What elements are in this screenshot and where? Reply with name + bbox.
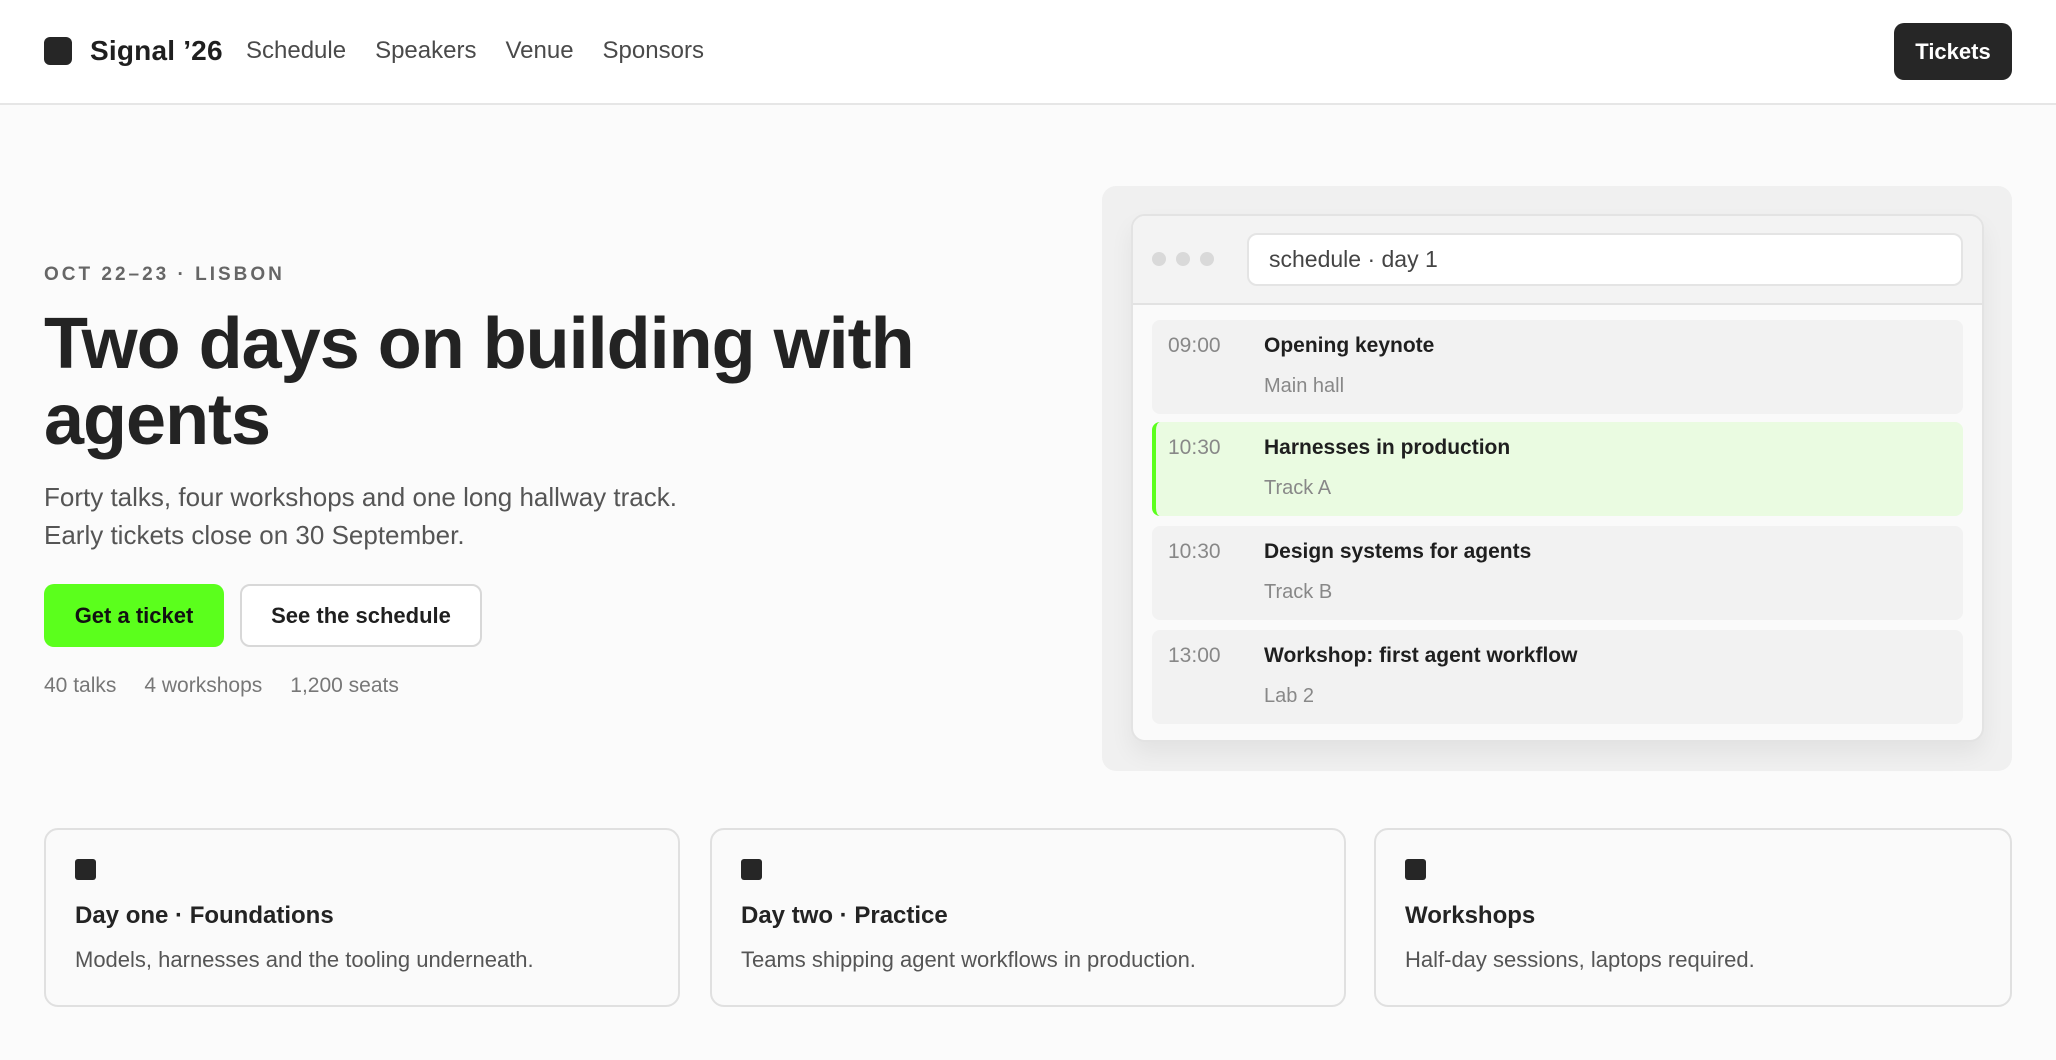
event-date-location: OCT 22–23 · LISBON [44, 264, 285, 285]
session-time: 10:30 [1168, 540, 1221, 563]
session-time: 10:30 [1168, 436, 1221, 459]
square-icon [1405, 859, 1426, 880]
square-icon [75, 859, 96, 880]
session-time: 09:00 [1168, 334, 1221, 357]
nav-link-sponsors[interactable]: Sponsors [603, 37, 704, 65]
brand-logo[interactable]: Signal ’26 [44, 34, 223, 68]
card-description: Teams shipping agent workflows in produc… [741, 947, 1196, 972]
see-schedule-button[interactable]: See the schedule [240, 584, 482, 647]
card-title: Day two · Practice [741, 902, 948, 929]
card-description: Models, harnesses and the tooling undern… [75, 947, 534, 972]
session-title: Workshop: first agent workflow [1264, 644, 1578, 667]
session-item-highlighted[interactable]: 10:30 Harnesses in production Track A [1152, 422, 1963, 516]
session-title: Opening keynote [1264, 334, 1435, 357]
stat-workshops: 4 workshops [144, 674, 263, 697]
schedule-window: schedule · day 1 09:00 Opening keynote M… [1131, 214, 1984, 742]
feature-card-workshops[interactable]: Workshops Half-day sessions, laptops req… [1374, 828, 2012, 1007]
session-item[interactable]: 10:30 Design systems for agents Track B [1152, 526, 1963, 620]
session-room: Main hall [1264, 375, 1345, 397]
card-description: Half-day sessions, laptops required. [1405, 947, 1755, 972]
session-time: 13:00 [1168, 644, 1221, 667]
window-dot-icon [1176, 252, 1190, 266]
nav-links: Schedule Speakers Venue Sponsors [246, 32, 704, 70]
session-room: Track A [1264, 477, 1332, 499]
session-item[interactable]: 13:00 Workshop: first agent workflow Lab… [1152, 630, 1963, 724]
tickets-button[interactable]: Tickets [1894, 23, 2012, 80]
card-title: Workshops [1405, 902, 1536, 929]
card-title: Day one · Foundations [75, 902, 334, 929]
feature-card-day-two[interactable]: Day two · Practice Teams shipping agent … [710, 828, 1346, 1007]
window-dot-icon [1152, 252, 1166, 266]
session-room: Lab 2 [1264, 685, 1315, 707]
session-room: Track B [1264, 581, 1333, 603]
top-nav: Signal ’26 Schedule Speakers Venue Spons… [0, 0, 2056, 105]
square-icon [741, 859, 762, 880]
session-title: Harnesses in production [1264, 436, 1511, 459]
window-titlebar: schedule · day 1 [1133, 216, 1982, 305]
feature-card-day-one[interactable]: Day one · Foundations Models, harnesses … [44, 828, 680, 1007]
window-dot-icon [1200, 252, 1214, 266]
hero-subtitle: Forty talks, four workshops and one long… [44, 482, 677, 550]
stat-seats: 1,200 seats [290, 674, 399, 697]
session-item[interactable]: 09:00 Opening keynote Main hall [1152, 320, 1963, 414]
get-ticket-button[interactable]: Get a ticket [44, 584, 224, 647]
nav-link-venue[interactable]: Venue [505, 37, 573, 65]
session-title: Design systems for agents [1264, 540, 1532, 563]
nav-link-schedule[interactable]: Schedule [246, 37, 346, 65]
hero-title: Two days on building with agents [44, 304, 915, 460]
stat-talks: 40 talks [44, 674, 117, 697]
brand-mark-icon [44, 37, 72, 65]
address-bar: schedule · day 1 [1247, 233, 1963, 286]
nav-link-speakers[interactable]: Speakers [375, 37, 476, 65]
event-stats: 40 talks 4 workshops 1,200 seats [44, 674, 399, 698]
brand-name: Signal ’26 [90, 35, 223, 66]
